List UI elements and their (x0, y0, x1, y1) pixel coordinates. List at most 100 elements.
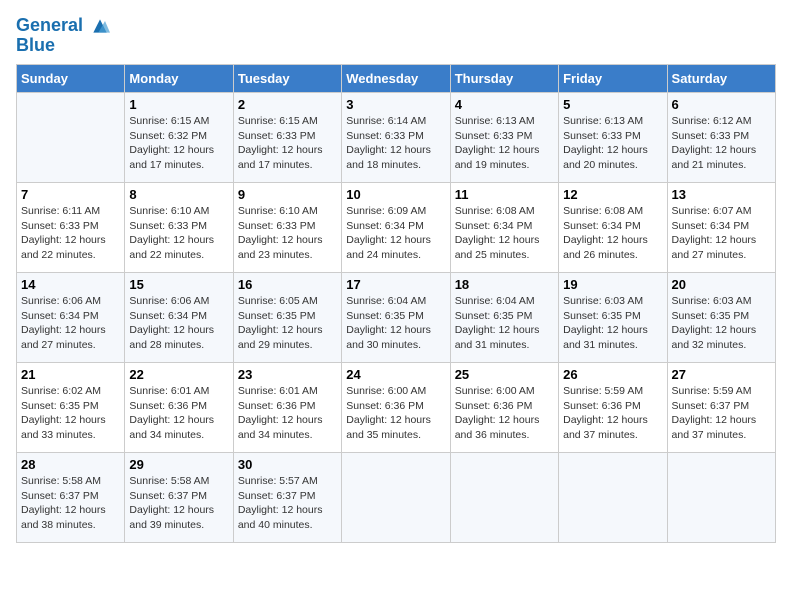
calendar-cell: 14 Sunrise: 6:06 AM Sunset: 6:34 PM Dayli… (17, 273, 125, 363)
calendar-cell: 30 Sunrise: 5:57 AM Sunset: 6:37 PM Dayli… (233, 453, 341, 543)
calendar-cell: 11 Sunrise: 6:08 AM Sunset: 6:34 PM Dayli… (450, 183, 558, 273)
calendar-cell: 22 Sunrise: 6:01 AM Sunset: 6:36 PM Dayli… (125, 363, 233, 453)
weekday-header: Friday (559, 65, 667, 93)
day-number: 5 (563, 97, 662, 112)
calendar-cell: 7Sunrise: 6:11 AM Sunset: 6:33 PM Daylig… (17, 183, 125, 273)
day-info: Sunrise: 6:00 AM Sunset: 6:36 PM Dayligh… (346, 384, 445, 443)
day-number: 24 (346, 367, 445, 382)
day-number: 28 (21, 457, 120, 472)
day-number: 23 (238, 367, 337, 382)
day-info: Sunrise: 6:11 AM Sunset: 6:33 PM Dayligh… (21, 204, 120, 263)
day-info: Sunrise: 6:04 AM Sunset: 6:35 PM Dayligh… (455, 294, 554, 353)
day-info: Sunrise: 5:58 AM Sunset: 6:37 PM Dayligh… (129, 474, 228, 533)
weekday-header: Tuesday (233, 65, 341, 93)
calendar-week-row: 21 Sunrise: 6:02 AM Sunset: 6:35 PM Dayli… (17, 363, 776, 453)
calendar-week-row: 7Sunrise: 6:11 AM Sunset: 6:33 PM Daylig… (17, 183, 776, 273)
day-number: 14 (21, 277, 120, 292)
calendar-week-row: 1 Sunrise: 6:15 AM Sunset: 6:32 PM Daylig… (17, 93, 776, 183)
calendar-cell: 2Sunrise: 6:15 AM Sunset: 6:33 PM Daylig… (233, 93, 341, 183)
calendar-cell: 26 Sunrise: 5:59 AM Sunset: 6:36 PM Dayli… (559, 363, 667, 453)
calendar-cell: 27 Sunrise: 5:59 AM Sunset: 6:37 PM Dayli… (667, 363, 775, 453)
day-info: Sunrise: 6:09 AM Sunset: 6:34 PM Dayligh… (346, 204, 445, 263)
calendar-cell: 10 Sunrise: 6:09 AM Sunset: 6:34 PM Dayli… (342, 183, 450, 273)
calendar-cell: 28 Sunrise: 5:58 AM Sunset: 6:37 PM Dayli… (17, 453, 125, 543)
day-number: 11 (455, 187, 554, 202)
day-number: 1 (129, 97, 228, 112)
day-info: Sunrise: 6:10 AM Sunset: 6:33 PM Dayligh… (129, 204, 228, 263)
weekday-header: Wednesday (342, 65, 450, 93)
day-info: Sunrise: 6:08 AM Sunset: 6:34 PM Dayligh… (455, 204, 554, 263)
calendar-cell: 24 Sunrise: 6:00 AM Sunset: 6:36 PM Dayli… (342, 363, 450, 453)
day-number: 27 (672, 367, 771, 382)
day-info: Sunrise: 6:12 AM Sunset: 6:33 PM Dayligh… (672, 114, 771, 173)
day-number: 8 (129, 187, 228, 202)
day-number: 20 (672, 277, 771, 292)
day-info: Sunrise: 5:59 AM Sunset: 6:37 PM Dayligh… (672, 384, 771, 443)
day-info: Sunrise: 6:06 AM Sunset: 6:34 PM Dayligh… (21, 294, 120, 353)
day-info: Sunrise: 5:59 AM Sunset: 6:36 PM Dayligh… (563, 384, 662, 443)
calendar-cell: 8 Sunrise: 6:10 AM Sunset: 6:33 PM Daylig… (125, 183, 233, 273)
calendar-cell (667, 453, 775, 543)
day-number: 29 (129, 457, 228, 472)
day-number: 21 (21, 367, 120, 382)
day-number: 3 (346, 97, 445, 112)
calendar-cell: 13 Sunrise: 6:07 AM Sunset: 6:34 PM Dayli… (667, 183, 775, 273)
day-info: Sunrise: 5:57 AM Sunset: 6:37 PM Dayligh… (238, 474, 337, 533)
logo-text-blue: Blue (16, 36, 110, 56)
calendar-table: SundayMondayTuesdayWednesdayThursdayFrid… (16, 64, 776, 543)
weekday-header: Thursday (450, 65, 558, 93)
day-number: 4 (455, 97, 554, 112)
day-info: Sunrise: 6:00 AM Sunset: 6:36 PM Dayligh… (455, 384, 554, 443)
day-info: Sunrise: 6:01 AM Sunset: 6:36 PM Dayligh… (129, 384, 228, 443)
logo-icon (90, 16, 110, 36)
calendar-cell: 6 Sunrise: 6:12 AM Sunset: 6:33 PM Daylig… (667, 93, 775, 183)
day-info: Sunrise: 6:01 AM Sunset: 6:36 PM Dayligh… (238, 384, 337, 443)
day-info: Sunrise: 6:02 AM Sunset: 6:35 PM Dayligh… (21, 384, 120, 443)
calendar-cell: 23 Sunrise: 6:01 AM Sunset: 6:36 PM Dayli… (233, 363, 341, 453)
day-number: 25 (455, 367, 554, 382)
day-info: Sunrise: 6:03 AM Sunset: 6:35 PM Dayligh… (672, 294, 771, 353)
day-info: Sunrise: 6:14 AM Sunset: 6:33 PM Dayligh… (346, 114, 445, 173)
day-info: Sunrise: 6:04 AM Sunset: 6:35 PM Dayligh… (346, 294, 445, 353)
day-info: Sunrise: 6:15 AM Sunset: 6:32 PM Dayligh… (129, 114, 228, 173)
day-number: 6 (672, 97, 771, 112)
calendar-cell: 25 Sunrise: 6:00 AM Sunset: 6:36 PM Dayli… (450, 363, 558, 453)
calendar-cell (17, 93, 125, 183)
day-number: 10 (346, 187, 445, 202)
day-number: 22 (129, 367, 228, 382)
day-info: Sunrise: 6:08 AM Sunset: 6:34 PM Dayligh… (563, 204, 662, 263)
calendar-cell: 20 Sunrise: 6:03 AM Sunset: 6:35 PM Dayli… (667, 273, 775, 363)
day-number: 13 (672, 187, 771, 202)
day-number: 9 (238, 187, 337, 202)
day-info: Sunrise: 5:58 AM Sunset: 6:37 PM Dayligh… (21, 474, 120, 533)
calendar-cell: 16 Sunrise: 6:05 AM Sunset: 6:35 PM Dayli… (233, 273, 341, 363)
day-info: Sunrise: 6:03 AM Sunset: 6:35 PM Dayligh… (563, 294, 662, 353)
calendar-cell: 15Sunrise: 6:06 AM Sunset: 6:34 PM Dayli… (125, 273, 233, 363)
page-header: General Blue (16, 16, 776, 56)
logo-text: General (16, 16, 110, 36)
day-number: 16 (238, 277, 337, 292)
day-number: 26 (563, 367, 662, 382)
day-info: Sunrise: 6:13 AM Sunset: 6:33 PM Dayligh… (563, 114, 662, 173)
day-number: 18 (455, 277, 554, 292)
day-number: 2 (238, 97, 337, 112)
calendar-cell: 12 Sunrise: 6:08 AM Sunset: 6:34 PM Dayli… (559, 183, 667, 273)
calendar-cell (342, 453, 450, 543)
calendar-cell: 19 Sunrise: 6:03 AM Sunset: 6:35 PM Dayli… (559, 273, 667, 363)
calendar-cell: 1 Sunrise: 6:15 AM Sunset: 6:32 PM Daylig… (125, 93, 233, 183)
calendar-cell: 17 Sunrise: 6:04 AM Sunset: 6:35 PM Dayli… (342, 273, 450, 363)
calendar-cell (450, 453, 558, 543)
day-number: 12 (563, 187, 662, 202)
day-info: Sunrise: 6:07 AM Sunset: 6:34 PM Dayligh… (672, 204, 771, 263)
day-number: 30 (238, 457, 337, 472)
day-info: Sunrise: 6:13 AM Sunset: 6:33 PM Dayligh… (455, 114, 554, 173)
calendar-cell: 29 Sunrise: 5:58 AM Sunset: 6:37 PM Dayli… (125, 453, 233, 543)
day-number: 19 (563, 277, 662, 292)
day-number: 17 (346, 277, 445, 292)
calendar-cell: 21 Sunrise: 6:02 AM Sunset: 6:35 PM Dayli… (17, 363, 125, 453)
weekday-header: Saturday (667, 65, 775, 93)
day-info: Sunrise: 6:10 AM Sunset: 6:33 PM Dayligh… (238, 204, 337, 263)
day-info: Sunrise: 6:05 AM Sunset: 6:35 PM Dayligh… (238, 294, 337, 353)
weekday-header: Sunday (17, 65, 125, 93)
calendar-cell: 5 Sunrise: 6:13 AM Sunset: 6:33 PM Daylig… (559, 93, 667, 183)
